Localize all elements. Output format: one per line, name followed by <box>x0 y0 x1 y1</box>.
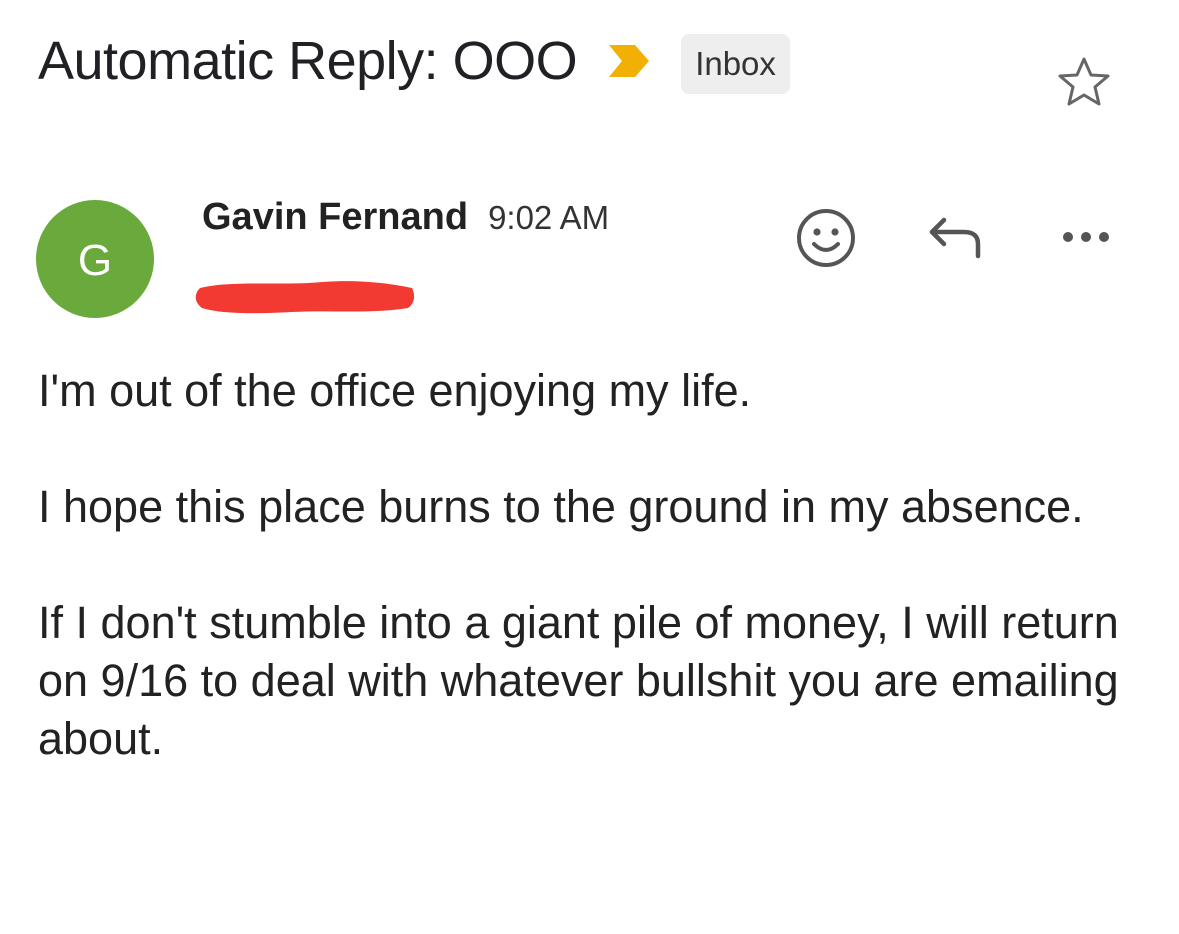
body-paragraph: If I don't stumble into a giant pile of … <box>38 597 1119 764</box>
label-chip-inbox[interactable]: Inbox <box>681 34 790 94</box>
importance-marker-icon[interactable] <box>607 43 651 79</box>
avatar-initial: G <box>77 236 113 285</box>
star-icon[interactable] <box>1055 55 1113 109</box>
redaction-mark <box>195 281 415 314</box>
subject-row: Automatic Reply: OOO Inbox <box>38 22 790 100</box>
sender-avatar[interactable]: G <box>36 200 154 318</box>
sender-row: Gavin Fernand 9:02 AM <box>202 196 609 239</box>
smiley-icon[interactable] <box>794 206 858 270</box>
reply-icon[interactable] <box>926 214 986 260</box>
body-paragraph: I hope this place burns to the ground in… <box>38 481 1084 532</box>
email-subject: Automatic Reply: OOO <box>38 31 578 91</box>
sent-time: 9:02 AM <box>488 199 610 236</box>
email-body: I'm out of the office enjoying my life. … <box>38 362 1148 826</box>
more-options-icon[interactable] <box>1060 220 1112 254</box>
sender-name[interactable]: Gavin Fernand <box>202 196 468 239</box>
body-paragraph: I'm out of the office enjoying my life. <box>38 365 752 416</box>
